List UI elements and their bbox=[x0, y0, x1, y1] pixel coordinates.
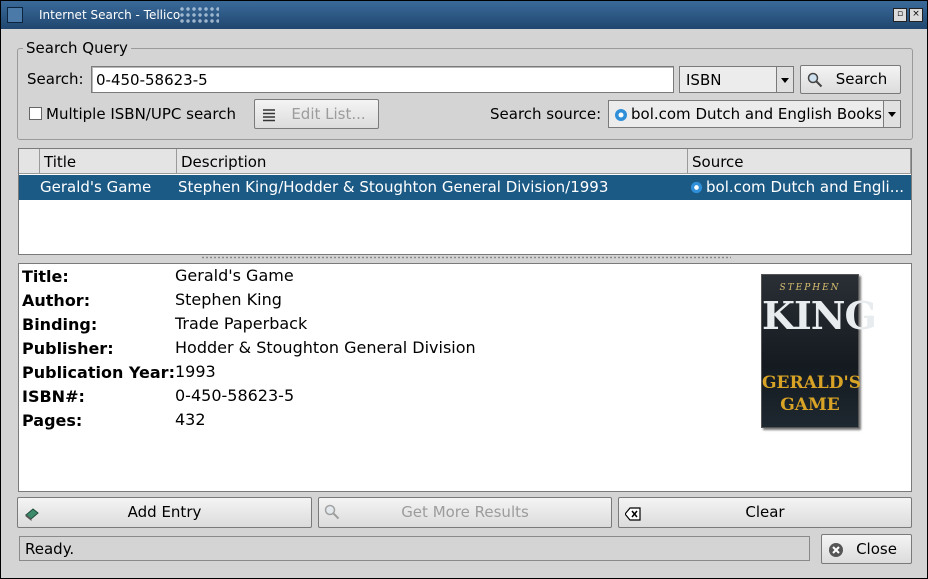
close-icon bbox=[829, 543, 843, 557]
search-source-value: bol.com Dutch and English Books bbox=[631, 105, 882, 123]
close-button[interactable]: Close bbox=[821, 534, 912, 564]
search-input[interactable]: 0-450-58623-5 bbox=[91, 66, 674, 93]
result-description: Stephen King/Hodder & Stoughton General … bbox=[178, 178, 609, 196]
clear-icon bbox=[625, 507, 641, 521]
entry-details-pane: Title: Gerald's Game Author: Stephen Kin… bbox=[18, 263, 912, 492]
search-icon bbox=[807, 72, 823, 88]
search-label: Search: bbox=[27, 70, 84, 88]
detail-value: 432 bbox=[175, 410, 206, 429]
column-header-source[interactable]: Source bbox=[688, 149, 911, 174]
column-header-select[interactable] bbox=[19, 149, 40, 174]
search-button[interactable]: Search bbox=[800, 65, 901, 94]
title-bar[interactable]: Internet Search - Tellico ▫ × bbox=[1, 1, 927, 29]
get-more-results-button[interactable]: Get More Results bbox=[318, 497, 612, 528]
detail-value: Stephen King bbox=[175, 290, 282, 309]
detail-value: Trade Paperback bbox=[175, 314, 308, 333]
bol-source-icon bbox=[690, 181, 703, 194]
detail-label: Author: bbox=[22, 291, 91, 310]
close-window-icon[interactable]: × bbox=[909, 8, 923, 22]
results-list[interactable]: Title Description Source Gerald's Game S… bbox=[18, 148, 912, 255]
bol-source-icon bbox=[615, 109, 627, 121]
splitter-handle[interactable] bbox=[201, 256, 731, 259]
search-key-select[interactable]: ISBN bbox=[679, 66, 794, 93]
search-key-value: ISBN bbox=[686, 71, 722, 89]
add-entry-label: Add Entry bbox=[127, 503, 202, 521]
search-button-label: Search bbox=[835, 70, 888, 88]
cover-title-line1: GERALD'S bbox=[762, 373, 861, 393]
search-source-label: Search source: bbox=[490, 105, 602, 123]
detail-label: ISBN#: bbox=[22, 387, 85, 406]
title-grip-icon bbox=[179, 6, 219, 24]
maximize-icon[interactable]: ▫ bbox=[893, 8, 907, 22]
list-icon bbox=[263, 109, 275, 122]
book-add-icon bbox=[25, 508, 39, 521]
detail-label: Publication Year: bbox=[22, 363, 175, 382]
detail-value: Hodder & Stoughton General Division bbox=[175, 338, 476, 357]
status-bar: Ready. bbox=[19, 536, 810, 561]
cover-title-line2: GAME bbox=[780, 395, 840, 415]
column-header-title[interactable]: Title bbox=[40, 149, 177, 174]
clear-button[interactable]: Clear bbox=[618, 497, 912, 528]
edit-list-label: Edit List... bbox=[291, 105, 366, 123]
multiple-isbn-checkbox[interactable] bbox=[29, 107, 42, 120]
add-entry-button[interactable]: Add Entry bbox=[17, 497, 312, 528]
close-label: Close bbox=[856, 540, 897, 558]
search-query-group-title: Search Query bbox=[23, 39, 131, 57]
detail-value: 1993 bbox=[175, 362, 216, 381]
column-header-description[interactable]: Description bbox=[177, 149, 688, 174]
internet-search-dialog: Internet Search - Tellico ▫ × Search Que… bbox=[0, 0, 928, 579]
window-title: Internet Search - Tellico bbox=[39, 8, 181, 22]
cover-author-last: KING bbox=[762, 293, 877, 338]
chevron-down-icon bbox=[883, 101, 900, 127]
edit-list-button[interactable]: Edit List... bbox=[254, 99, 379, 129]
detail-label: Binding: bbox=[22, 315, 98, 334]
detail-value: Gerald's Game bbox=[175, 266, 294, 285]
detail-value: 0-450-58623-5 bbox=[175, 386, 295, 405]
table-row[interactable]: Gerald's Game Stephen King/Hodder & Stou… bbox=[19, 175, 911, 200]
chevron-down-icon bbox=[776, 67, 793, 92]
detail-label: Pages: bbox=[22, 411, 83, 430]
detail-label: Title: bbox=[22, 267, 69, 286]
multiple-isbn-label[interactable]: Multiple ISBN/UPC search bbox=[46, 105, 236, 123]
book-cover-image: STEPHEN KING GERALD'S GAME bbox=[761, 274, 877, 428]
search-icon bbox=[324, 504, 340, 520]
detail-label: Publisher: bbox=[22, 339, 114, 358]
result-source: bol.com Dutch and Engli... bbox=[706, 178, 905, 196]
get-more-results-label: Get More Results bbox=[401, 503, 529, 521]
search-source-select[interactable]: bol.com Dutch and English Books bbox=[608, 100, 901, 128]
window-menu-icon[interactable] bbox=[7, 7, 23, 23]
result-title: Gerald's Game bbox=[40, 178, 152, 196]
clear-label: Clear bbox=[745, 503, 785, 521]
cover-author-first: STEPHEN bbox=[779, 283, 841, 293]
